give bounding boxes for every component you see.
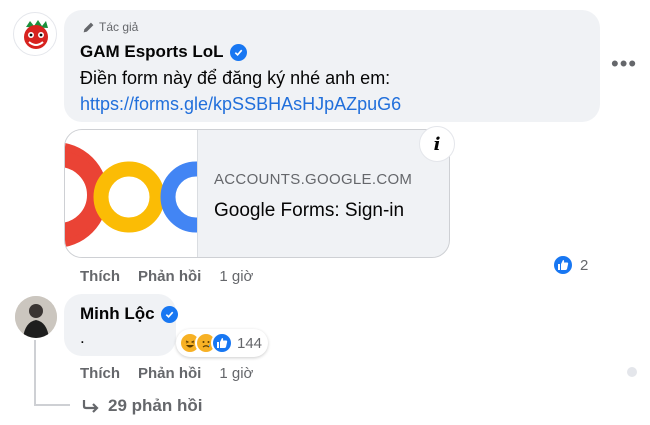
- reply-actions: Thích Phản hồi 1 giờ: [80, 365, 253, 382]
- author-badge-label: Tác giả: [99, 20, 139, 34]
- like-button[interactable]: Thích: [80, 365, 120, 382]
- like-button[interactable]: Thích: [80, 268, 120, 285]
- verified-icon: [229, 43, 247, 61]
- author-badge: Tác giả: [82, 20, 138, 34]
- comment-author-name[interactable]: GAM Esports LoL: [80, 42, 224, 62]
- timestamp[interactable]: 1 giờ: [219, 365, 253, 382]
- google-logo-thumbnail: [65, 130, 198, 257]
- more-options-icon[interactable]: •••: [611, 53, 637, 75]
- view-replies-label[interactable]: 29 phản hồi: [108, 396, 202, 416]
- link-preview-card[interactable]: ACCOUNTS.GOOGLE.COM Google Forms: Sign-i…: [64, 129, 450, 258]
- reaction-count: 2: [580, 256, 589, 274]
- user-avatar[interactable]: [15, 296, 57, 338]
- more-options-icon[interactable]: [627, 367, 637, 377]
- gam-avatar[interactable]: [13, 12, 57, 56]
- thread-connector-branch: [34, 404, 70, 406]
- comment-actions: Thích Phản hồi 1 giờ: [80, 268, 253, 285]
- form-link[interactable]: https://forms.gle/kpSSBHAsHJpAZpuG6: [80, 94, 401, 115]
- verified-icon: [160, 305, 178, 323]
- reaction-count: 144: [237, 334, 263, 352]
- reply-arrow-icon: [82, 400, 99, 413]
- reply-button[interactable]: Phản hồi: [138, 268, 201, 285]
- reply-button[interactable]: Phản hồi: [138, 365, 201, 382]
- info-icon[interactable]: i: [419, 126, 455, 162]
- comment-author[interactable]: GAM Esports LoL: [80, 42, 247, 62]
- preview-domain: ACCOUNTS.GOOGLE.COM: [214, 171, 413, 188]
- reaction-summary[interactable]: 2: [552, 254, 588, 276]
- reply-author[interactable]: Minh Lộc: [80, 304, 178, 324]
- preview-title: Google Forms: Sign-in: [214, 200, 405, 221]
- view-replies-button[interactable]: 29 phản hồi: [82, 396, 202, 416]
- reply-text: .: [80, 328, 85, 347]
- reaction-summary[interactable]: 144: [176, 329, 269, 357]
- like-reaction-icon: [552, 254, 574, 276]
- timestamp[interactable]: 1 giờ: [219, 268, 253, 285]
- pencil-icon: [83, 22, 94, 32]
- thread-connector: [34, 340, 36, 406]
- reply-author-name[interactable]: Minh Lộc: [80, 304, 155, 324]
- comment-text: Điền form này để đăng ký nhé anh em:: [80, 68, 391, 88]
- like-reaction-icon: [211, 332, 233, 354]
